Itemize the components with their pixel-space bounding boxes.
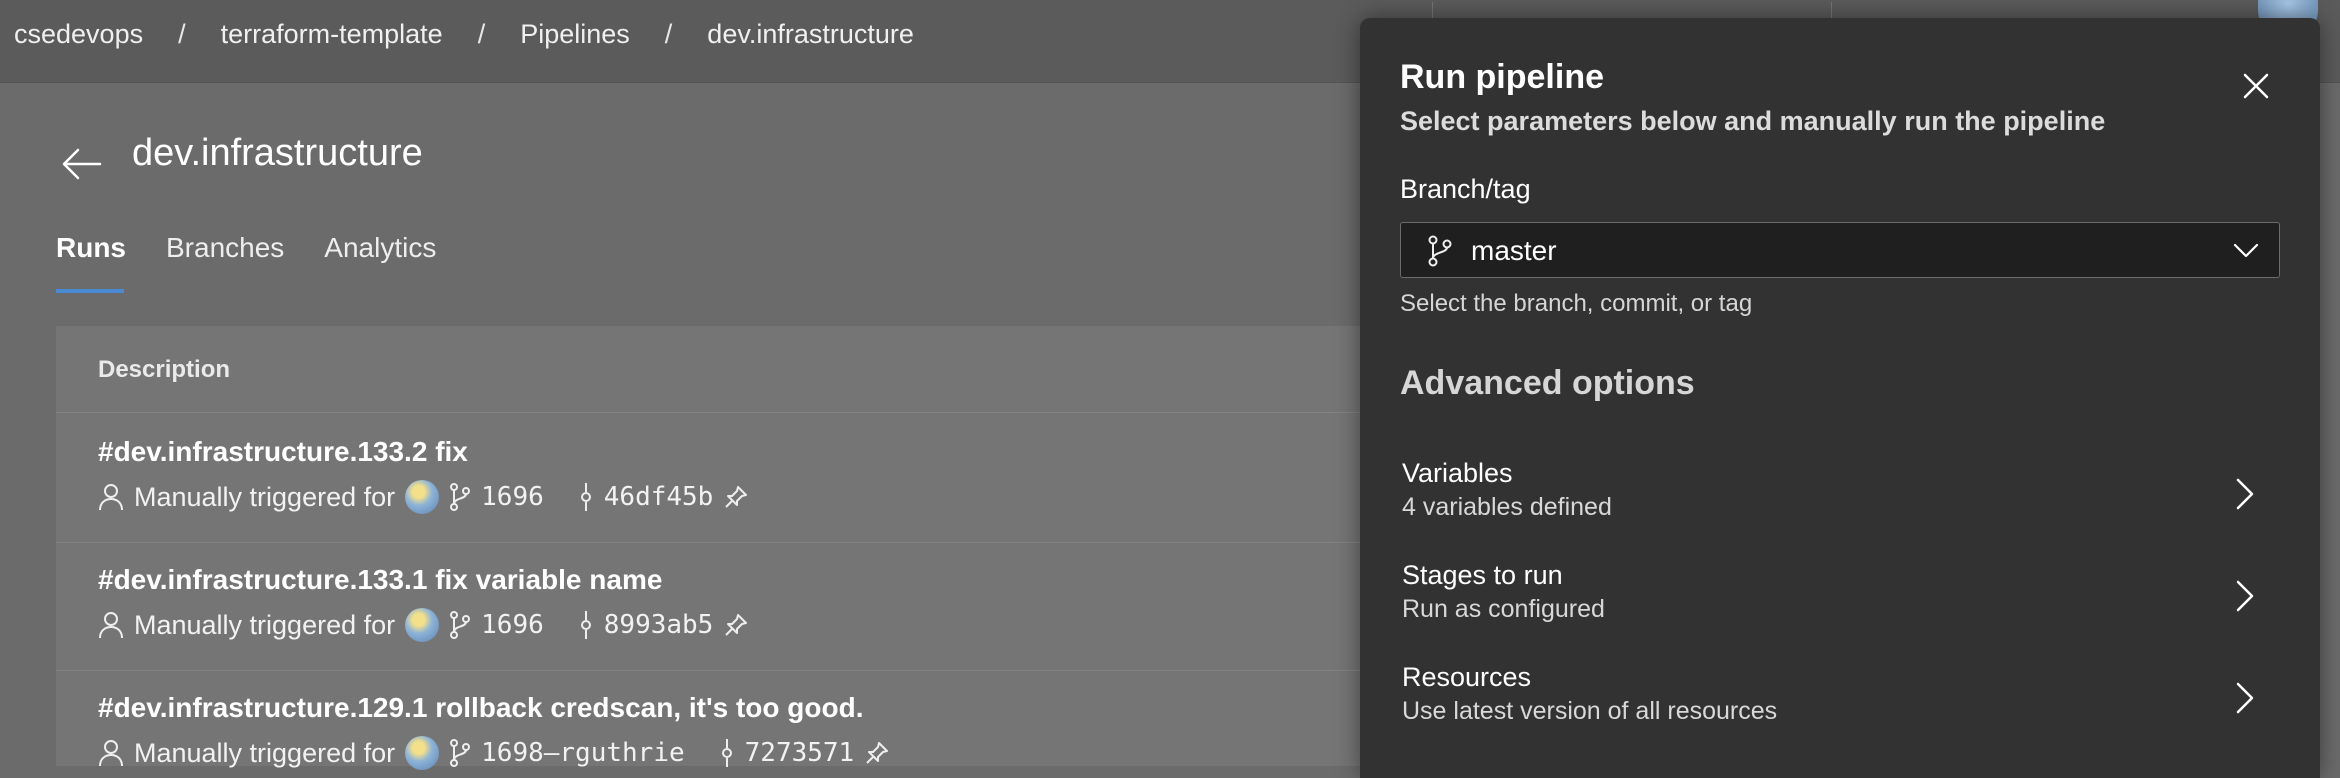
runs-table: Description #dev.infrastructure.133.2 fi… bbox=[56, 326, 1456, 770]
chevron-right-icon bbox=[2232, 678, 2256, 718]
table-row[interactable]: #dev.infrastructure.129.1 rollback creds… bbox=[98, 692, 1438, 770]
commit-hash[interactable]: 8993ab5 bbox=[604, 610, 714, 640]
trigger-text: Manually triggered for bbox=[134, 481, 396, 512]
tab-branches[interactable]: Branches bbox=[166, 232, 284, 264]
close-icon[interactable] bbox=[2236, 66, 2276, 106]
option-description: Run as configured bbox=[1402, 595, 1605, 623]
page-title: dev.infrastructure bbox=[132, 132, 423, 174]
tab-runs[interactable]: Runs bbox=[56, 232, 126, 264]
person-icon bbox=[98, 483, 124, 511]
branch-dropdown[interactable]: master bbox=[1400, 222, 2280, 278]
breadcrumb: csedevops / terraform-template / Pipelin… bbox=[14, 19, 914, 50]
option-label: Stages to run bbox=[1402, 560, 1563, 590]
breadcrumb-pipeline[interactable]: dev.infrastructure bbox=[707, 19, 914, 50]
breadcrumb-separator: / bbox=[178, 19, 186, 49]
branch-icon bbox=[449, 483, 471, 511]
run-title[interactable]: #dev.infrastructure.133.2 fix bbox=[98, 436, 1438, 468]
divider bbox=[56, 670, 1456, 671]
branch-icon bbox=[1427, 235, 1453, 267]
divider bbox=[56, 542, 1456, 543]
option-label: Resources bbox=[1402, 662, 1532, 692]
avatar bbox=[405, 736, 440, 770]
commit-icon bbox=[578, 611, 594, 639]
commit-icon bbox=[719, 739, 735, 767]
chevron-right-icon bbox=[2232, 474, 2256, 514]
branch-help-text: Select the branch, commit, or tag bbox=[1400, 290, 1753, 317]
breadcrumb-pipelines[interactable]: Pipelines bbox=[520, 19, 630, 50]
branch-value: master bbox=[1471, 235, 1557, 266]
run-pipeline-panel: Run pipeline Select parameters below and… bbox=[1360, 18, 2320, 778]
panel-subtitle: Select parameters below and manually run… bbox=[1400, 106, 2106, 136]
advanced-options-heading: Advanced options bbox=[1400, 364, 1695, 402]
breadcrumb-org[interactable]: csedevops bbox=[14, 19, 143, 50]
trigger-text: Manually triggered for bbox=[134, 737, 396, 768]
option-variables[interactable]: Variables 4 variables defined bbox=[1402, 458, 2282, 538]
branch-name[interactable]: 1696 bbox=[481, 482, 544, 512]
branch-icon bbox=[449, 739, 471, 767]
option-description: 4 variables defined bbox=[1402, 493, 1612, 521]
breadcrumb-project[interactable]: terraform-template bbox=[221, 19, 443, 50]
column-header-description: Description bbox=[98, 356, 231, 383]
table-row[interactable]: #dev.infrastructure.133.1 fix variable n… bbox=[98, 564, 1438, 642]
branch-name[interactable]: 1696 bbox=[481, 610, 544, 640]
chevron-right-icon bbox=[2232, 576, 2256, 616]
tab-bar: Runs Branches Analytics bbox=[56, 232, 476, 264]
person-icon bbox=[98, 611, 124, 639]
commit-hash[interactable]: 46df45b bbox=[604, 482, 714, 512]
branch-tag-label: Branch/tag bbox=[1400, 174, 1531, 204]
run-title[interactable]: #dev.infrastructure.129.1 rollback creds… bbox=[98, 692, 1438, 724]
run-title[interactable]: #dev.infrastructure.133.1 fix variable n… bbox=[98, 564, 1438, 596]
active-tab-indicator bbox=[56, 289, 124, 293]
trigger-text: Manually triggered for bbox=[134, 609, 396, 640]
breadcrumb-separator: / bbox=[664, 19, 673, 49]
branch-name[interactable]: 1698–rguthrie bbox=[481, 738, 685, 768]
option-stages-to-run[interactable]: Stages to run Run as configured bbox=[1402, 560, 2282, 640]
back-arrow-icon[interactable] bbox=[60, 144, 104, 184]
divider bbox=[56, 412, 1456, 413]
option-resources[interactable]: Resources Use latest version of all reso… bbox=[1402, 662, 2282, 742]
table-row[interactable]: #dev.infrastructure.133.2 fix Manually t… bbox=[98, 436, 1438, 514]
breadcrumb-separator: / bbox=[477, 19, 486, 49]
avatar bbox=[405, 480, 440, 514]
commit-icon bbox=[578, 483, 594, 511]
chevron-down-icon bbox=[2231, 237, 2261, 263]
avatar bbox=[405, 608, 440, 642]
person-icon bbox=[98, 739, 124, 767]
pin-icon[interactable] bbox=[723, 612, 749, 638]
pin-icon[interactable] bbox=[723, 484, 749, 510]
option-description: Use latest version of all resources bbox=[1402, 697, 1778, 725]
panel-title: Run pipeline bbox=[1400, 58, 1604, 96]
commit-hash[interactable]: 7273571 bbox=[745, 738, 855, 768]
branch-icon bbox=[449, 611, 471, 639]
option-label: Variables bbox=[1402, 458, 1513, 488]
pin-icon[interactable] bbox=[864, 740, 890, 766]
tab-analytics[interactable]: Analytics bbox=[324, 232, 436, 264]
